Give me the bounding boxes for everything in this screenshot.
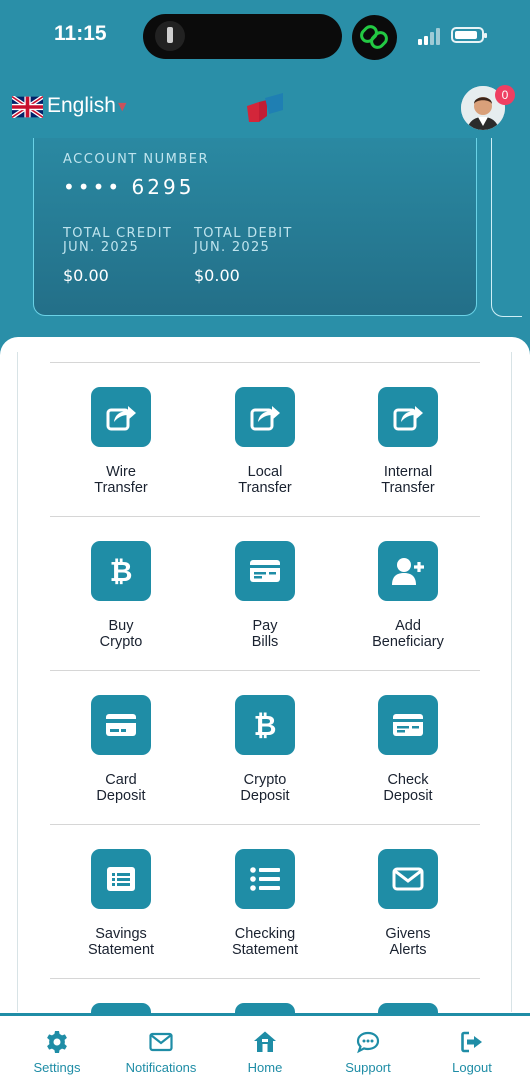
- svg-text:₿: ₿: [110, 555, 133, 588]
- row-divider: [50, 362, 480, 363]
- wire-transfer-button[interactable]: [91, 387, 151, 447]
- local-transfer-label: Local Transfer: [238, 464, 292, 496]
- notification-badge: 0: [495, 85, 515, 105]
- internal-transfer-label: Internal Transfer: [381, 464, 435, 496]
- nav-logout[interactable]: Logout: [419, 1030, 525, 1075]
- checking-statement-button[interactable]: [235, 849, 295, 909]
- card-deposit-button[interactable]: [91, 695, 151, 755]
- add-beneficiary-label: Add Beneficiary: [372, 618, 444, 650]
- uk-flag-icon: [12, 96, 43, 118]
- chat-icon: [356, 1031, 380, 1054]
- total-credit-label: TOTAL CREDIT: [63, 226, 173, 241]
- check-deposit-label: Check Deposit: [383, 772, 433, 804]
- buy-crypto-button[interactable]: ₿: [91, 541, 151, 601]
- add-user-icon: [392, 558, 424, 585]
- envelope-icon: [392, 867, 424, 891]
- gear-icon: [47, 1031, 67, 1053]
- savings-statement-label: Savings Statement: [87, 926, 155, 958]
- crypto-deposit-label: Crypto Deposit: [240, 772, 290, 804]
- nav-settings[interactable]: Settings: [4, 1030, 110, 1075]
- total-debit-value: $0.00: [194, 266, 240, 285]
- nav-label: Home: [247, 1060, 283, 1075]
- list-icon: [250, 867, 280, 891]
- nav-label: Settings: [33, 1060, 81, 1075]
- svg-text:₿: ₿: [254, 709, 277, 742]
- savings-statement-button[interactable]: [91, 849, 151, 909]
- total-debit-period: JUN. 2025: [194, 240, 271, 255]
- bitcoin-icon: ₿: [110, 555, 133, 588]
- alerts-label: Givens Alerts: [385, 926, 431, 958]
- account-number: •••• 6295: [63, 175, 195, 199]
- bill-card-icon: [250, 560, 280, 582]
- logout-icon: [461, 1031, 482, 1053]
- next-card-peek[interactable]: [491, 138, 522, 317]
- row-divider: [50, 978, 480, 979]
- chevron-down-icon: ▼: [118, 100, 127, 113]
- list-box-icon: [107, 867, 135, 891]
- flashlight-icon: [155, 21, 185, 51]
- pay-bills-button[interactable]: [235, 541, 295, 601]
- checking-statement-label: Checking Statement: [231, 926, 299, 958]
- total-debit-label: TOTAL DEBIT: [194, 226, 293, 241]
- row-divider: [50, 516, 480, 517]
- share-icon: [393, 406, 423, 431]
- buy-crypto-label: Buy Crypto: [99, 618, 143, 650]
- envelope-icon: [149, 1032, 173, 1052]
- local-transfer-button[interactable]: [235, 387, 295, 447]
- nav-notifications[interactable]: Notifications: [108, 1030, 214, 1075]
- battery-icon: [451, 27, 487, 43]
- row-divider: [50, 670, 480, 671]
- bitcoin-icon: ₿: [254, 709, 277, 742]
- pay-bills-label: Pay Bills: [251, 618, 279, 650]
- check-deposit-button[interactable]: [378, 695, 438, 755]
- wire-transfer-label: Wire Transfer: [94, 464, 148, 496]
- signal-icon: [418, 28, 440, 45]
- share-icon: [106, 406, 136, 431]
- crypto-deposit-button[interactable]: ₿: [235, 695, 295, 755]
- nav-label: Logout: [452, 1060, 492, 1075]
- add-beneficiary-button[interactable]: [378, 541, 438, 601]
- alerts-button[interactable]: [378, 849, 438, 909]
- card-deposit-label: Card Deposit: [96, 772, 146, 804]
- credit-card-icon: [106, 714, 136, 736]
- next-action-tile[interactable]: [91, 1003, 151, 1013]
- nav-label: Notifications: [125, 1060, 197, 1075]
- panel-border-right: [511, 352, 512, 1012]
- share-icon: [250, 406, 280, 431]
- row-divider: [50, 824, 480, 825]
- home-icon: [254, 1031, 276, 1052]
- next-action-tile[interactable]: [235, 1003, 295, 1013]
- bill-card-icon: [393, 714, 423, 736]
- link-icon: [352, 15, 397, 60]
- panel-border-left: [17, 352, 18, 1012]
- nav-support[interactable]: Support: [315, 1030, 421, 1075]
- total-credit-period: JUN. 2025: [63, 240, 140, 255]
- nav-home[interactable]: Home: [212, 1030, 318, 1075]
- next-action-tile[interactable]: [378, 1003, 438, 1013]
- nav-label: Support: [345, 1060, 391, 1075]
- internal-transfer-button[interactable]: [378, 387, 438, 447]
- status-time: 11:15: [54, 22, 107, 45]
- bank-logo: [247, 93, 283, 122]
- language-selector[interactable]: English: [47, 94, 116, 118]
- total-credit-value: $0.00: [63, 266, 109, 285]
- account-number-label: ACCOUNT NUMBER: [63, 152, 209, 167]
